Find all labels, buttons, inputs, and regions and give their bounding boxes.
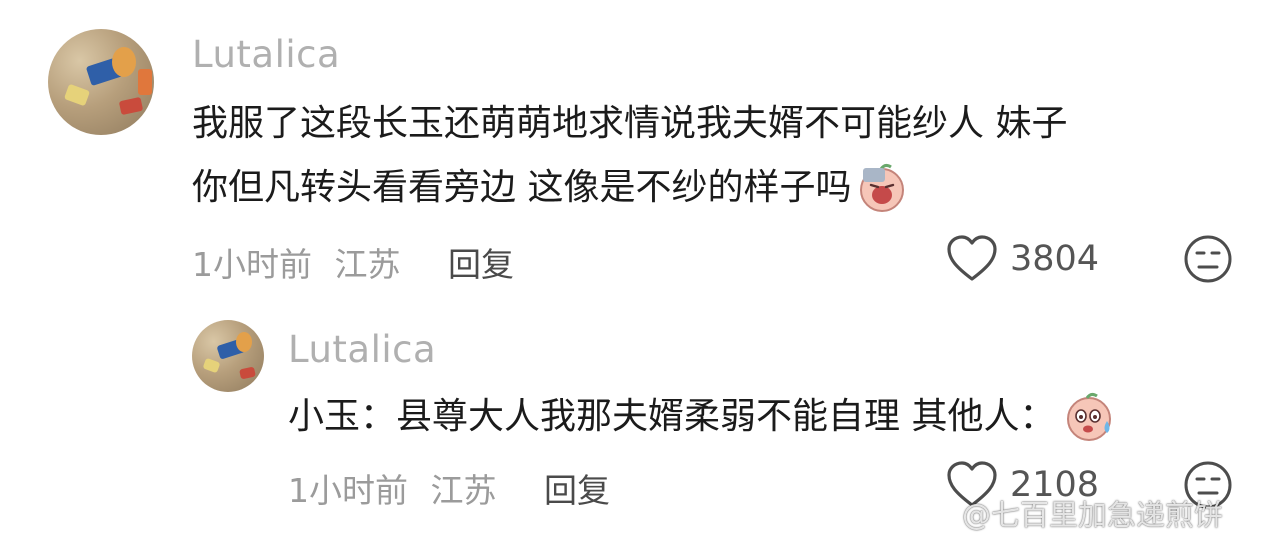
comment-text: 小玉：县尊大人我那夫婿柔弱不能自理 其他人： xyxy=(288,385,1115,449)
timestamp: 1小时前 xyxy=(192,245,312,284)
location: 江苏 xyxy=(430,471,497,510)
crying-face-emoji-icon xyxy=(857,163,907,213)
watermark-text: @七百里加急递煎饼 xyxy=(962,498,1224,532)
reply-button[interactable]: 回复 xyxy=(544,464,610,512)
heart-icon[interactable] xyxy=(946,235,998,283)
timestamp: 1小时前 xyxy=(288,471,408,510)
comment-line: 我服了这段长玉还萌萌地求情说我夫婿不可能纱人 妹子 xyxy=(192,103,1068,144)
location: 江苏 xyxy=(334,245,401,284)
sweating-face-emoji-icon xyxy=(1063,391,1115,443)
reply-button[interactable]: 回复 xyxy=(448,238,514,286)
username[interactable]: Lutalica xyxy=(288,328,436,371)
comment-meta: 1小时前 江苏 xyxy=(288,464,497,512)
watermark: @七百里加急递煎饼 xyxy=(918,492,1223,534)
username[interactable]: Lutalica xyxy=(192,33,340,76)
comment-text: 我服了这段长玉还萌萌地求情说我夫婿不可能纱人 妹子 你但凡转头看看旁边 这像是不… xyxy=(192,92,1232,220)
comment-line: 你但凡转头看看旁边 这像是不纱的样子吗 xyxy=(192,167,852,208)
avatar[interactable] xyxy=(48,29,154,135)
comment-line: 小玉：县尊大人我那夫婿柔弱不能自理 其他人： xyxy=(288,396,1056,437)
comment-meta: 1小时前 江苏 xyxy=(192,238,401,286)
avatar[interactable] xyxy=(192,320,264,392)
dislike-face-icon[interactable] xyxy=(1183,234,1233,284)
like-count: 3804 xyxy=(1010,239,1100,279)
weibo-logo-icon xyxy=(918,496,958,530)
